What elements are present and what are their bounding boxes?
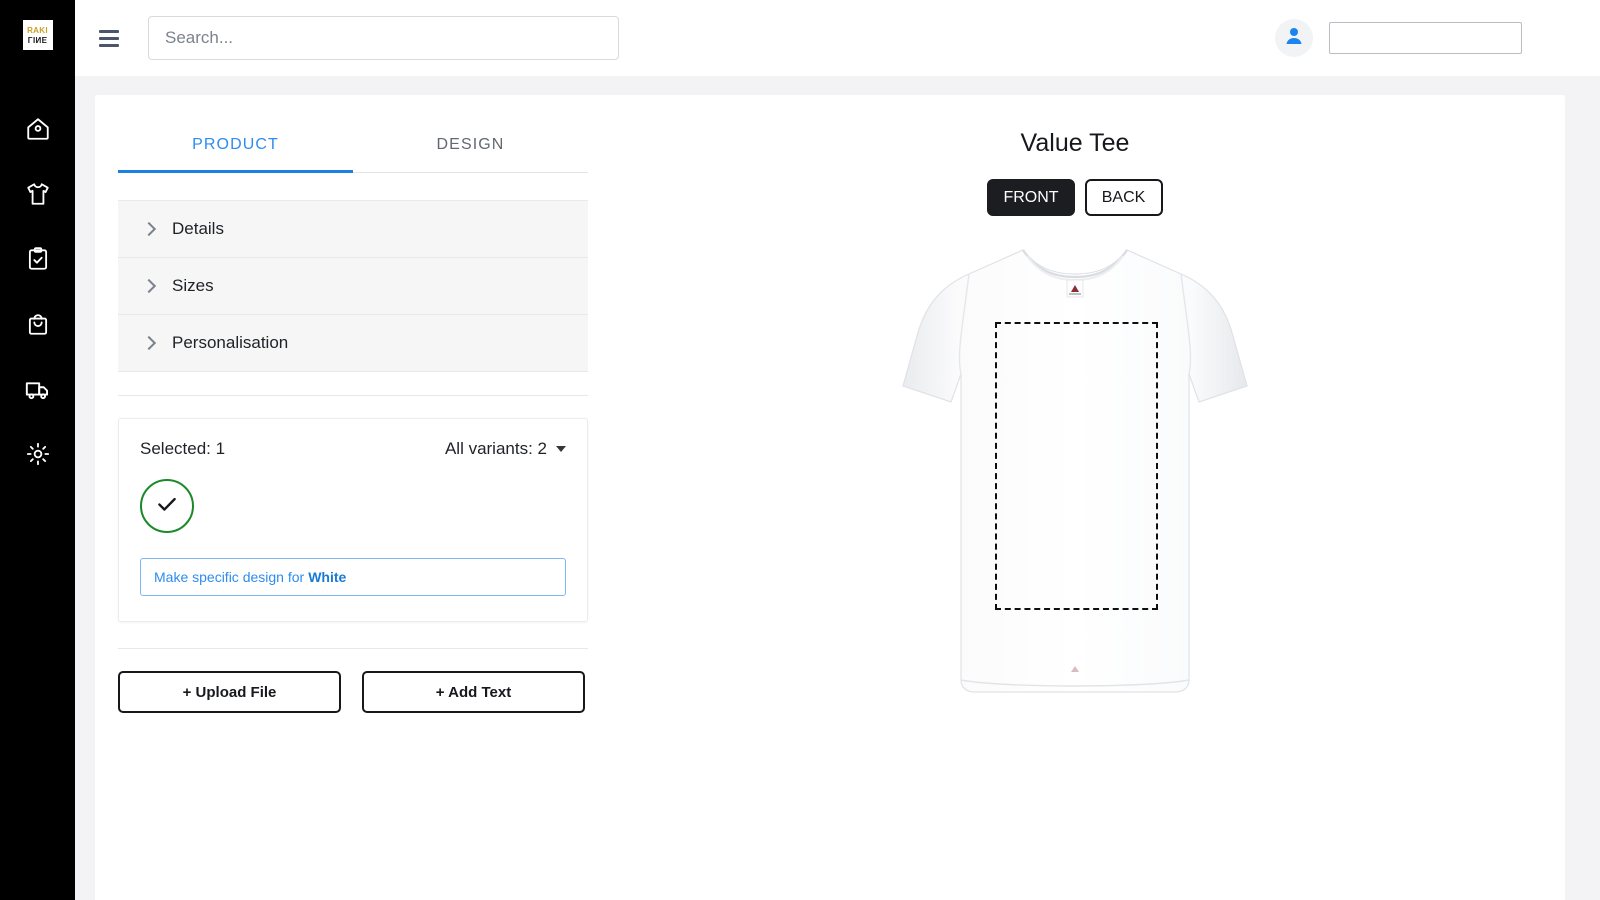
- print-area-outline[interactable]: [995, 322, 1158, 610]
- accordion-label: Details: [172, 219, 224, 238]
- config-accordion: Details Sizes Personalisation: [118, 200, 588, 372]
- actions-divider: [118, 648, 588, 649]
- chevron-right-icon: [141, 221, 157, 237]
- section-divider: [118, 395, 588, 396]
- main-card: PRODUCT DESIGN Details Sizes Personalisa…: [95, 95, 1565, 900]
- variant-swatch-white[interactable]: [140, 479, 194, 533]
- page-title: Value Tee: [1020, 129, 1130, 157]
- search-input[interactable]: [148, 16, 619, 60]
- hamburger-bar: [99, 29, 119, 33]
- all-variants-label: All variants: 2: [444, 439, 547, 458]
- topbar-right-group: [1275, 19, 1522, 57]
- sidebar-item-shop[interactable]: [15, 307, 61, 341]
- accordion-label: Sizes: [172, 276, 214, 295]
- chevron-right-icon: [141, 335, 157, 351]
- product-preview-panel: Value Tee FRONT BACK: [595, 110, 1555, 706]
- sidebar-item-orders[interactable]: [15, 242, 61, 276]
- logo-text-bottom: LINE: [27, 35, 48, 44]
- variant-swatches: [140, 479, 566, 533]
- garment-mockup[interactable]: [895, 236, 1255, 706]
- chevron-down-icon: [556, 446, 566, 452]
- tab-design[interactable]: DESIGN: [353, 110, 588, 173]
- design-actions: + Upload File + Add Text: [118, 671, 588, 713]
- account-input[interactable]: [1329, 22, 1522, 54]
- add-text-button[interactable]: + Add Text: [362, 671, 585, 713]
- page-background: PRODUCT DESIGN Details Sizes Personalisa…: [75, 76, 1600, 900]
- side-selector: FRONT BACK: [987, 179, 1163, 216]
- check-icon: [154, 491, 180, 522]
- accordion-item-details[interactable]: Details: [118, 201, 588, 258]
- sidebar-item-products[interactable]: [15, 177, 61, 211]
- make-specific-design-button[interactable]: Make specific design for White: [140, 558, 566, 596]
- product-config-panel: PRODUCT DESIGN Details Sizes Personalisa…: [118, 110, 588, 713]
- side-button-front[interactable]: FRONT: [987, 179, 1075, 216]
- logo-text-top: RAKI: [27, 26, 48, 35]
- sidebar-item-home[interactable]: [15, 112, 61, 146]
- clipboard-check-icon: [25, 246, 51, 272]
- sidebar-nav: [15, 112, 61, 471]
- sidebar-item-shipping[interactable]: [15, 372, 61, 406]
- all-variants-dropdown[interactable]: All variants: 2: [445, 439, 566, 459]
- upload-file-button[interactable]: + Upload File: [118, 671, 341, 713]
- variant-header: Selected: 1 All variants: 2: [140, 439, 566, 459]
- left-sidebar: RAKI LINE: [0, 0, 75, 900]
- specific-design-color: White: [308, 569, 347, 585]
- variant-panel: Selected: 1 All variants: 2 Make specifi…: [118, 418, 588, 622]
- app-root: RAKI LINE Search... PRODUCT DESIGN Detai…: [0, 0, 1600, 900]
- accordion-item-sizes[interactable]: Sizes: [118, 258, 588, 315]
- config-tabs: PRODUCT DESIGN: [118, 110, 588, 173]
- side-button-back[interactable]: BACK: [1084, 179, 1163, 216]
- hamburger-bar: [99, 36, 119, 40]
- tab-product[interactable]: PRODUCT: [118, 110, 353, 173]
- shopping-bag-icon: [25, 311, 51, 337]
- hamburger-bar: [99, 43, 119, 47]
- top-bar: [75, 0, 1600, 76]
- accordion-label: Personalisation: [172, 333, 289, 352]
- tshirt-icon: [25, 181, 51, 207]
- gear-icon: [25, 441, 51, 467]
- avatar[interactable]: [1275, 19, 1313, 57]
- hamburger-icon[interactable]: [93, 22, 125, 54]
- user-icon: [1282, 24, 1306, 53]
- brand-logo[interactable]: RAKI LINE: [22, 20, 53, 50]
- sidebar-item-settings[interactable]: [15, 437, 61, 471]
- truck-icon: [24, 376, 51, 403]
- accordion-item-personalisation[interactable]: Personalisation: [118, 315, 588, 372]
- specific-design-prefix: Make specific design for: [154, 569, 305, 585]
- chevron-right-icon: [141, 278, 157, 294]
- home-icon: [25, 116, 51, 142]
- selected-count-label: Selected: 1: [140, 439, 226, 458]
